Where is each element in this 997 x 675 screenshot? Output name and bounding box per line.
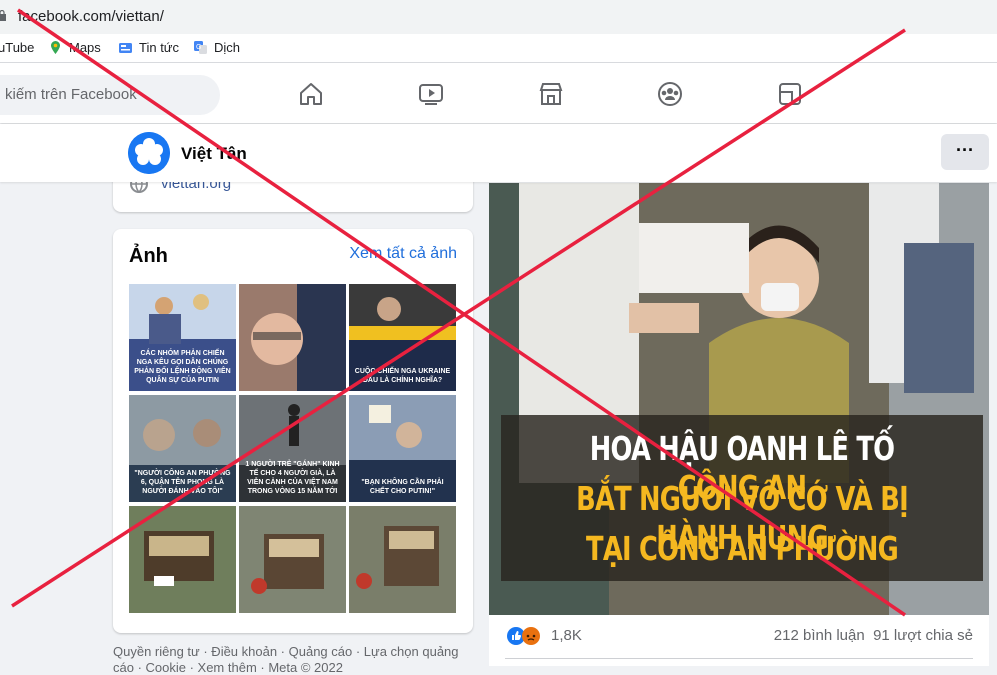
bookmark-maps[interactable]: Maps xyxy=(48,40,101,55)
translate-icon: G xyxy=(194,41,207,54)
post-image[interactable]: HOA HẬU OANH LÊ TỐ CÔNG AN BẮT NGƯỜI VÔ … xyxy=(489,183,989,615)
footer-links[interactable]: Quyền riêng tư · Điều khoản · Quảng cáo … xyxy=(113,644,459,659)
bookmark-label: Tin tức xyxy=(139,40,180,55)
gaming-icon[interactable] xyxy=(776,80,804,108)
bookmark-youtube[interactable]: uTube xyxy=(0,40,34,55)
page-logo-avatar[interactable] xyxy=(128,132,170,174)
bookmark-news[interactable]: Tin tức xyxy=(118,40,179,55)
photo-thumbnail[interactable]: CUỘC CHIẾN NGA UKRAINE ĐẦU LÀ CHÍNH NGHĨ… xyxy=(349,284,456,391)
photo-thumbnail[interactable] xyxy=(239,506,346,613)
photos-title: Ảnh xyxy=(129,245,168,267)
footer-links-2[interactable]: cáo · Cookie · Xem thêm · Meta © 2022 xyxy=(113,660,343,675)
page-header: Việt Tân ··· xyxy=(0,124,997,182)
bookmark-label: Maps xyxy=(69,40,101,55)
photo-thumbnail[interactable]: CÁC NHÓM PHẢN CHIẾN NGA KÊU GỌI DÂN CHÚN… xyxy=(129,284,236,391)
photo-thumbnail[interactable]: 1 NGƯỜI TRẺ "GÁNH" KINH TẾ CHO 4 NGƯỜI G… xyxy=(239,395,346,502)
marketplace-icon[interactable] xyxy=(537,80,565,108)
comments-shares[interactable]: 212 bình luận 91 lượt chia sẻ xyxy=(774,627,973,644)
photo-caption: 1 NGƯỜI TRẺ "GÁNH" KINH TẾ CHO 4 NGƯỜI G… xyxy=(245,461,340,495)
page-name[interactable]: Việt Tân xyxy=(181,144,247,164)
photo-thumbnail[interactable] xyxy=(349,506,456,613)
share-count[interactable]: 91 lượt chia sẻ xyxy=(873,627,973,644)
reaction-count[interactable]: 1,8K xyxy=(551,627,582,644)
reaction-icons[interactable] xyxy=(507,627,540,645)
divider xyxy=(505,658,973,659)
headline-part: BẮT NGƯỜI VÔ CỚ VÀ BỊ xyxy=(576,479,909,518)
photo-grid: CÁC NHÓM PHẢN CHIẾN NGA KÊU GỌI DÂN CHÚN… xyxy=(129,284,456,613)
photo-art xyxy=(349,506,456,613)
groups-icon[interactable] xyxy=(656,80,684,108)
home-icon[interactable] xyxy=(297,80,325,108)
search-input[interactable]: kiếm trên Facebook xyxy=(0,75,220,115)
photo-art xyxy=(239,506,346,613)
angry-reaction-icon xyxy=(522,627,540,645)
photo-thumbnail[interactable]: "BẠN KHÔNG CẦN PHẢI CHẾT CHO PUTIN!" xyxy=(349,395,456,502)
photo-art xyxy=(129,506,236,613)
news-icon xyxy=(119,43,132,53)
address-bar[interactable]: facebook.com/viettan/ xyxy=(0,0,997,34)
url-text[interactable]: facebook.com/viettan/ xyxy=(18,8,164,25)
see-all-photos-link[interactable]: Xem tất cả ảnh xyxy=(349,245,457,263)
watch-icon[interactable] xyxy=(417,80,445,108)
comment-count[interactable]: 212 bình luận xyxy=(774,627,865,644)
headline-line-3: TẠI CÔNG AN PHƯỜNG xyxy=(554,529,930,568)
facebook-top-bar: kiếm trên Facebook xyxy=(0,63,997,123)
headline-part: HOA HẬU OANH LÊ TỐ xyxy=(589,429,895,468)
more-options-button[interactable]: ··· xyxy=(941,134,989,170)
bookmark-label: Dịch xyxy=(214,40,241,55)
photo-art xyxy=(239,284,346,391)
bookmark-translate[interactable]: G Dịch xyxy=(193,40,240,55)
bookmark-label: uTube xyxy=(0,40,35,55)
bookmarks-bar: uTube Maps Tin tức G Dịch xyxy=(0,34,997,63)
photo-thumbnail[interactable] xyxy=(129,506,236,613)
photo-caption: "BẠN KHÔNG CẦN PHẢI CHẾT CHO PUTIN!" xyxy=(361,479,444,495)
photo-thumbnail[interactable] xyxy=(239,284,346,391)
photo-caption: CÁC NHÓM PHẢN CHIẾN NGA KÊU GỌI DÂN CHÚN… xyxy=(134,350,231,384)
headline-part: TẠI CÔNG AN PHƯỜNG xyxy=(586,529,899,568)
svg-text:G: G xyxy=(196,44,201,51)
photo-caption: "NGƯỜI CÔNG AN PHƯỜNG 6, QUẬN TÊN PHONG … xyxy=(134,470,231,495)
search-placeholder: kiếm trên Facebook xyxy=(5,86,137,103)
headline-overlay: HOA HẬU OANH LÊ TỐ CÔNG AN BẮT NGƯỜI VÔ … xyxy=(501,415,983,581)
photo-caption: CUỘC CHIẾN NGA UKRAINE ĐẦU LÀ CHÍNH NGHĨ… xyxy=(354,368,451,384)
lock-icon xyxy=(0,10,6,21)
photo-thumbnail[interactable]: "NGƯỜI CÔNG AN PHƯỜNG 6, QUẬN TÊN PHONG … xyxy=(129,395,236,502)
maps-icon xyxy=(51,41,60,54)
photos-card: Ảnh Xem tất cả ảnh CÁC NHÓM PHẢN CHIẾN N… xyxy=(113,229,473,633)
post-card: HOA HẬU OANH LÊ TỐ CÔNG AN BẮT NGƯỜI VÔ … xyxy=(489,183,989,666)
post-stats: 1,8K 212 bình luận 91 lượt chia sẻ xyxy=(489,615,989,655)
